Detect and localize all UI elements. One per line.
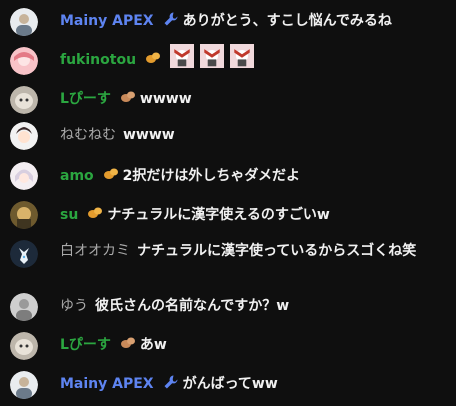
message-text: wwww (123, 127, 175, 143)
avatar[interactable] (10, 332, 38, 360)
avatar[interactable] (10, 122, 38, 150)
author-name[interactable]: ねむねむ (60, 127, 116, 143)
author-name[interactable]: su (60, 207, 78, 223)
potato-icon (103, 166, 119, 182)
wrench-icon (163, 11, 179, 27)
potato-icon (145, 50, 161, 66)
avatar[interactable] (10, 371, 38, 399)
potato-icon (120, 335, 136, 351)
author-name[interactable]: Mainy APEX (60, 376, 154, 392)
message-text: 彼氏さんの名前なんですか？w (95, 298, 290, 314)
avatar[interactable] (10, 162, 38, 190)
live-chat: Mainy APEX ありがとう、すこし悩んでみるね fukinotou Lぴーす… (0, 0, 456, 406)
avatar[interactable] (10, 86, 38, 114)
avatar[interactable] (10, 8, 38, 36)
message-text: 2択だけは外しちゃダメだよ (122, 168, 300, 184)
message-text: ナチュラルに漢字使っているからスゴくね笑 (137, 243, 417, 259)
message-text: あw (139, 337, 167, 353)
avatar[interactable] (10, 201, 38, 229)
avatar[interactable] (10, 293, 38, 321)
wrench-icon (163, 374, 179, 390)
author-name[interactable]: amo (60, 168, 94, 184)
author-name[interactable]: Lぴーす (60, 337, 111, 353)
author-name[interactable]: Lぴーす (60, 91, 111, 107)
author-name[interactable]: 白オオカミ (60, 243, 130, 259)
message-text: wwww (139, 91, 192, 107)
avatar[interactable] (10, 47, 38, 75)
message-text: ナチュラルに漢字使えるのすごいw (107, 207, 330, 223)
character-stamp-icon[interactable] (229, 44, 258, 72)
avatar[interactable] (10, 240, 38, 268)
author-name[interactable]: ゆう (60, 298, 88, 314)
message-text: がんばってww (182, 376, 278, 392)
author-name[interactable]: Mainy APEX (60, 13, 154, 29)
potato-icon (120, 89, 136, 105)
author-name[interactable]: fukinotou (60, 52, 136, 68)
character-stamp-icon[interactable] (199, 44, 228, 72)
message-text: ありがとう、すこし悩んでみるね (182, 13, 392, 29)
character-stamp-icon[interactable] (169, 44, 198, 72)
potato-icon (87, 205, 103, 221)
